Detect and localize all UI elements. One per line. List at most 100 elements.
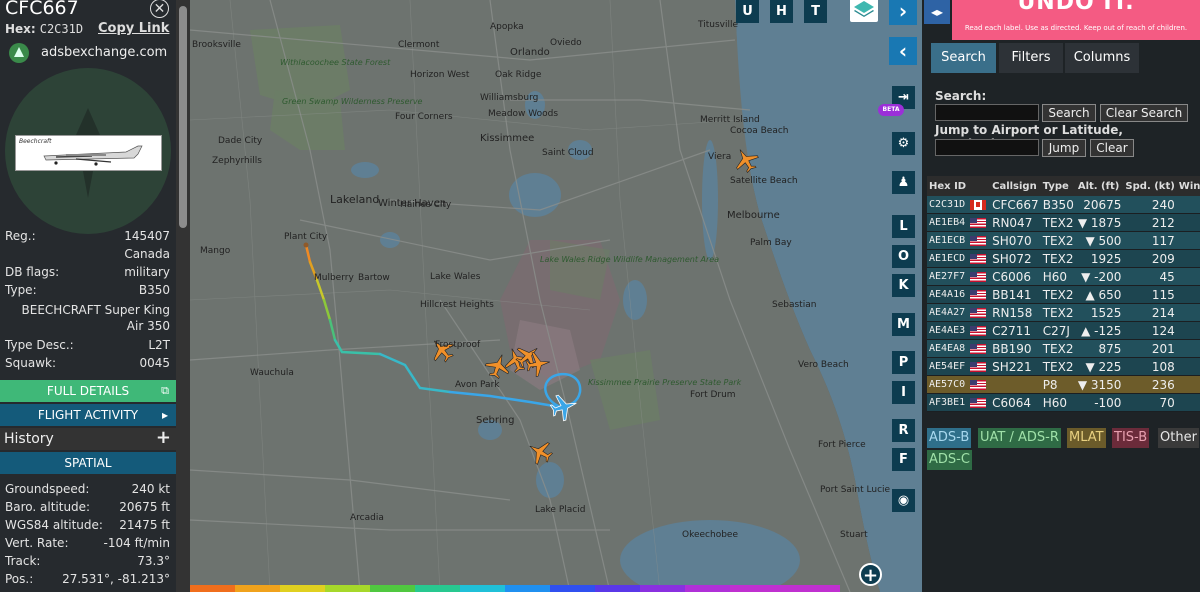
map-label: Apopka bbox=[490, 22, 524, 32]
hex-cell: AE4AE3 bbox=[927, 321, 969, 340]
ad-banner[interactable]: UNDO IT. Read each label. Use as directe… bbox=[952, 0, 1200, 40]
table-row[interactable]: AE57C0 P8 ▼ 3150 236 bbox=[927, 375, 1200, 394]
legend-other[interactable]: Other bbox=[1158, 428, 1199, 448]
tab-search[interactable]: Search bbox=[931, 43, 996, 73]
usa-flag-icon bbox=[970, 290, 987, 300]
track-value: 73.3° bbox=[137, 554, 170, 568]
usa-flag-icon bbox=[970, 326, 987, 336]
map-label: Arcadia bbox=[350, 513, 384, 523]
legend-adsb[interactable]: ADS-B bbox=[927, 428, 972, 448]
col-flag[interactable] bbox=[968, 176, 991, 196]
close-icon[interactable]: ✕ bbox=[150, 0, 169, 18]
plus-icon: + bbox=[862, 565, 879, 586]
map-label: Stuart bbox=[840, 530, 868, 540]
map-u-button[interactable]: U bbox=[736, 0, 759, 23]
type-cell: C27J bbox=[1040, 321, 1076, 340]
map-k-button[interactable]: K bbox=[892, 274, 915, 297]
sidebar-scrollbar[interactable] bbox=[176, 0, 190, 592]
col-altitude[interactable]: Alt. (ft) bbox=[1075, 176, 1124, 196]
table-row[interactable]: C2C31D CFC667 B350 20675 240 bbox=[927, 196, 1200, 214]
search-button[interactable]: Search bbox=[1042, 104, 1096, 122]
callsign-cell: SH072 bbox=[990, 249, 1041, 268]
jump-button[interactable]: Jump bbox=[1042, 139, 1086, 157]
flight-activity-button[interactable]: FLIGHT ACTIVITY ▸ bbox=[0, 404, 176, 426]
baro-altitude-label: Baro. altitude: bbox=[5, 500, 91, 514]
source-name[interactable]: adsbexchange.com bbox=[41, 45, 167, 60]
map-label: Zephyrhills bbox=[212, 156, 262, 166]
table-row[interactable]: AE1ECB SH070 TEX2 ▼ 500 117 bbox=[927, 231, 1200, 250]
history-section[interactable]: History + bbox=[0, 427, 176, 450]
col-hex-id[interactable]: Hex ID bbox=[927, 176, 969, 196]
map-label: Horizon West bbox=[410, 70, 470, 80]
map-p-button[interactable]: P bbox=[892, 351, 915, 374]
map-base-layer bbox=[190, 0, 922, 592]
collapse-left-panel-button[interactable]: ‹ bbox=[889, 37, 917, 65]
sidebar-scrollbar-thumb[interactable] bbox=[179, 6, 187, 228]
map-f-button[interactable]: F bbox=[892, 448, 915, 471]
altitude-cell: ▼ 3150 bbox=[1075, 375, 1124, 394]
table-row[interactable]: AE4AE3 C2711 C27J ▲ -125 124 bbox=[927, 321, 1200, 340]
table-row[interactable]: AF3BE1 C6064 H60 -100 70 bbox=[927, 393, 1200, 412]
legend-mlat[interactable]: MLAT bbox=[1067, 428, 1106, 448]
table-row[interactable]: AE4A27 RN158 TEX2 1525 214 bbox=[927, 303, 1200, 322]
table-row[interactable]: AE1ECD SH072 TEX2 1925 209 bbox=[927, 249, 1200, 268]
flight-activity-label: FLIGHT ACTIVITY bbox=[37, 408, 139, 422]
wind-cell bbox=[1176, 357, 1200, 376]
map-t-button[interactable]: T bbox=[804, 0, 827, 23]
hex-cell: C2C31D bbox=[927, 196, 969, 214]
search-input[interactable] bbox=[935, 104, 1039, 121]
speed-cell: 212 bbox=[1123, 213, 1177, 232]
map-label: Withlacoochee State Forest bbox=[280, 58, 391, 67]
settings-button[interactable]: ⚙ bbox=[892, 132, 915, 155]
filter-button[interactable]: ♟ bbox=[892, 171, 915, 194]
legend-adsc[interactable]: ADS-C bbox=[927, 450, 972, 470]
map-label: Dade City bbox=[218, 136, 263, 146]
usa-flag-icon bbox=[970, 308, 987, 318]
table-row[interactable]: AE54EF SH221 TEX2 ▼ 225 108 bbox=[927, 357, 1200, 376]
col-callsign[interactable]: Callsign bbox=[990, 176, 1041, 196]
map-view[interactable]: Titusville Brooksville Clermont Orlando … bbox=[190, 0, 922, 592]
collapse-right-panel-button[interactable]: › bbox=[889, 0, 917, 25]
wind-cell bbox=[1176, 321, 1200, 340]
table-row[interactable]: AE4EA8 BB190 TEX2 875 201 bbox=[927, 339, 1200, 358]
col-speed[interactable]: Spd. (kt) bbox=[1123, 176, 1177, 196]
map-r-button[interactable]: R bbox=[892, 419, 915, 442]
table-row[interactable]: AE1EB4 RN047 TEX2 ▼ 1875 212 bbox=[927, 213, 1200, 232]
replay-button[interactable]: ◉ bbox=[892, 489, 915, 512]
full-details-label: FULL DETAILS bbox=[46, 384, 130, 398]
flag-cell bbox=[968, 231, 991, 250]
clear-jump-button[interactable]: Clear bbox=[1090, 139, 1134, 157]
tab-filters[interactable]: Filters bbox=[999, 43, 1063, 73]
map-label: Lakeland bbox=[330, 193, 380, 206]
map-o-button[interactable]: O bbox=[892, 245, 915, 268]
altitude-cell: ▼ -200 bbox=[1075, 267, 1124, 286]
tab-columns[interactable]: Columns bbox=[1065, 43, 1139, 73]
aircraft-table: Hex ID Callsign Type Alt. (ft) Spd. (kt)… bbox=[927, 176, 1200, 412]
type-cell: TEX2 bbox=[1040, 231, 1076, 250]
legend-uat[interactable]: UAT / ADS-R bbox=[978, 428, 1061, 448]
aircraft-photo[interactable]: Beechcraft bbox=[15, 135, 162, 171]
copy-link[interactable]: Copy Link bbox=[98, 21, 169, 36]
expand-panel-button[interactable]: ◂▸ bbox=[924, 0, 950, 24]
col-type[interactable]: Type bbox=[1040, 176, 1076, 196]
full-details-button[interactable]: FULL DETAILS ⧉ bbox=[0, 380, 176, 402]
aircraft-list-panel: ◂▸ UNDO IT. Read each label. Use as dire… bbox=[922, 0, 1200, 592]
table-row[interactable]: AE27F7 C6006 H60 ▼ -200 45 bbox=[927, 267, 1200, 286]
map-l-button[interactable]: L bbox=[892, 215, 915, 238]
layers-button[interactable] bbox=[850, 0, 878, 22]
map-h-button[interactable]: H bbox=[770, 0, 793, 23]
country-value: Canada bbox=[124, 247, 170, 261]
map-i-button[interactable]: I bbox=[892, 381, 915, 404]
callsign-cell: C6006 bbox=[990, 267, 1041, 286]
spatial-section-header[interactable]: SPATIAL bbox=[0, 452, 176, 474]
person-filter-icon: ♟ bbox=[897, 175, 910, 190]
clear-search-button[interactable]: Clear Search bbox=[1100, 104, 1188, 122]
zoom-in-button[interactable]: + bbox=[859, 563, 882, 586]
table-row[interactable]: AE4A16 BB141 TEX2 ▲ 650 115 bbox=[927, 285, 1200, 304]
map-m-button[interactable]: M bbox=[892, 313, 915, 336]
expand-plus-icon[interactable]: + bbox=[156, 427, 171, 449]
wgs84-altitude-value: 21475 ft bbox=[119, 518, 170, 532]
col-wind[interactable]: Win bbox=[1176, 176, 1200, 196]
jump-input[interactable] bbox=[935, 139, 1039, 156]
legend-tisb[interactable]: TIS-B bbox=[1112, 428, 1150, 448]
